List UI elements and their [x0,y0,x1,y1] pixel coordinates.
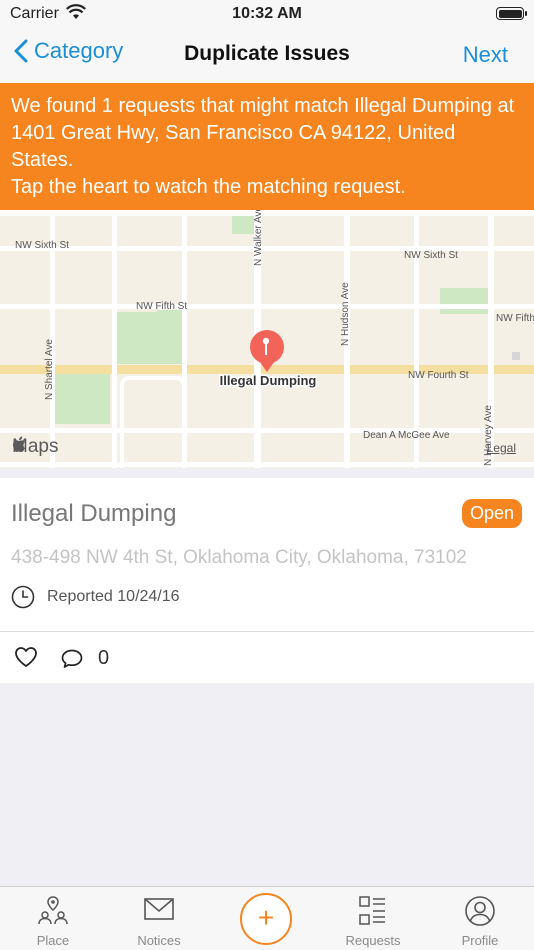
tab-profile[interactable]: Profile [427,887,533,950]
street-label: NW Fifth [496,313,534,324]
reported-date: Reported 10/24/16 [11,585,180,609]
battery-icon [496,7,527,20]
duplicate-notice-banner: We found 1 requests that might match Ill… [0,83,534,210]
street-label: NW Sixth St [15,240,69,251]
add-icon: + [257,902,275,933]
pin-label: Illegal Dumping [220,373,317,388]
back-button[interactable]: Category [14,38,123,64]
street-label: N Walker Ave [253,210,264,266]
map-canvas: NW Sixth St NW Sixth St NW Fifth St NW F… [0,210,534,468]
street-label: N Shartel Ave [44,339,55,400]
clock-time: 10:32 AM [232,5,302,22]
banner-instruction: Tap the heart to watch the matching requ… [11,176,406,198]
street-label: NW Sixth St [404,250,458,261]
next-button[interactable]: Next [463,42,508,68]
add-request-button[interactable]: + [240,893,292,945]
street-label: Dean A McGee Ave [363,430,450,441]
navigation-bar: Category Duplicate Issues Next [0,28,534,83]
tab-notices[interactable]: Notices [106,887,212,950]
issue-card[interactable]: Illegal Dumping Open 438-498 NW 4th St, … [0,478,534,631]
issue-address: 438-498 NW 4th St, Oklahoma City, Oklaho… [11,547,467,568]
envelope-icon [106,895,212,930]
banner-message: We found 1 requests that might match Ill… [11,95,515,171]
place-icon [0,895,106,930]
legal-link[interactable]: Legal [487,441,516,455]
tab-requests[interactable]: Requests [320,887,426,950]
apple-maps-logo: Maps [12,436,58,458]
chevron-left-icon [14,39,28,63]
street-label: N Harvey Ave [483,405,494,466]
street-label: NW Fifth St [136,301,187,312]
tab-label: Place [36,933,70,948]
street-label: N Hudson Ave [340,282,351,346]
tab-label: Requests [345,933,401,948]
comment-count: 0 [98,647,110,669]
status-badge: Open [461,499,522,528]
comment-icon[interactable] [60,648,84,675]
issue-title: Illegal Dumping [11,500,177,527]
profile-icon [427,895,533,932]
heart-icon[interactable] [14,646,38,673]
tab-place[interactable]: Place [0,887,106,950]
tab-label: Profile [461,933,499,948]
status-bar: Carrier 10:32 AM [0,0,534,28]
issue-actions: 0 [0,631,534,683]
tab-label: Notices [137,933,181,948]
apple-logo-icon [13,436,25,452]
clock-icon [11,585,35,609]
street-label: NW Fourth St [408,370,469,381]
back-button-label: Category [34,38,124,63]
list-icon [320,895,426,932]
tab-bar: Place Notices + Requests Profile [0,886,534,950]
reported-date-text: Reported 10/24/16 [47,588,180,605]
map-view[interactable]: NW Sixth St NW Sixth St NW Fifth St NW F… [0,210,534,468]
